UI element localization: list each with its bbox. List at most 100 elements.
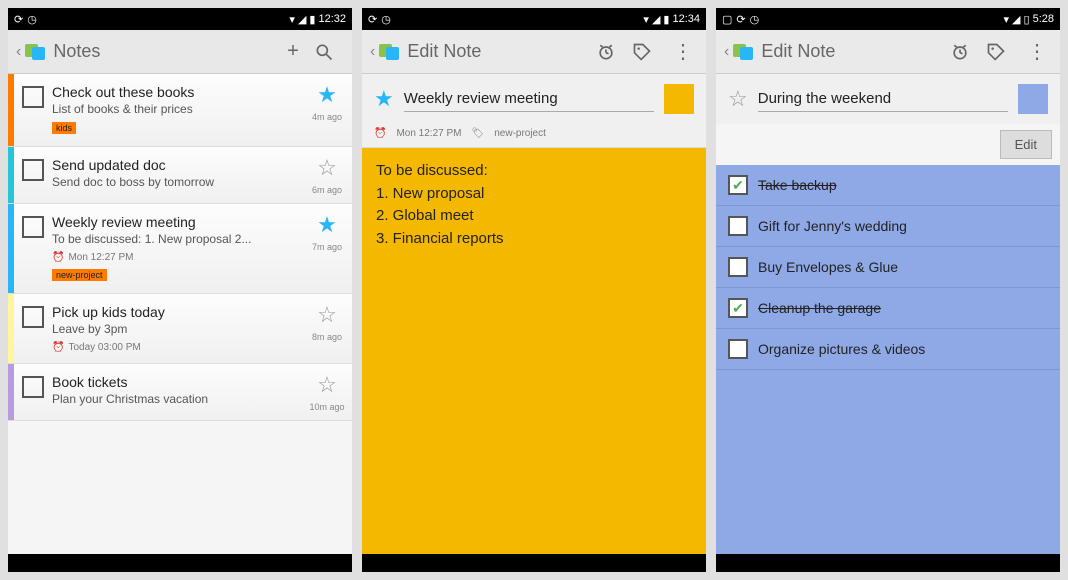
note-checkbox[interactable]	[22, 306, 44, 328]
star-toggle[interactable]: ★	[317, 212, 337, 238]
item-checkbox[interactable]: ✔	[728, 298, 748, 318]
back-icon[interactable]: ‹	[16, 43, 21, 61]
checklist-item[interactable]: Organize pictures & videos	[716, 329, 1060, 370]
note-subtitle: To be discussed: 1. New proposal 2...	[52, 232, 298, 246]
alarm-icon	[596, 42, 616, 62]
tag-icon	[986, 42, 1006, 62]
note-row[interactable]: Weekly review meeting To be discussed: 1…	[8, 204, 352, 294]
reminder-button[interactable]	[950, 42, 980, 62]
item-checkbox[interactable]	[728, 257, 748, 277]
note-meta: ⏰ Mon 12:27 PM 🏷 new-project	[362, 124, 706, 148]
note-subtitle: List of books & their prices	[52, 102, 298, 116]
color-swatch[interactable]	[1018, 84, 1048, 114]
app-bar: ‹ Edit Note ⋮	[716, 30, 1060, 74]
reminder-icon: ⏰	[374, 128, 386, 139]
note-row[interactable]: Book tickets Plan your Christmas vacatio…	[8, 364, 352, 421]
page-title: Edit Note	[407, 41, 481, 62]
note-title-input[interactable]: Weekly review meeting	[404, 86, 654, 112]
color-stripe	[8, 74, 14, 146]
phone-notes-list: ⟳ ◷ ▾ ◢ ▮ 12:32 ‹ Notes + Check out thes…	[8, 8, 352, 572]
signal-icon: ◢	[652, 13, 660, 26]
battery-icon: ▮	[309, 13, 315, 26]
color-stripe	[8, 147, 14, 203]
app-logo-icon	[379, 41, 401, 63]
color-stripe	[8, 204, 14, 293]
page-title: Notes	[53, 41, 100, 62]
item-label: Cleanup the garage	[758, 300, 881, 316]
note-title-input[interactable]: During the weekend	[758, 86, 1008, 112]
overflow-button[interactable]: ⋮	[668, 39, 698, 64]
battery-icon: ▮	[663, 13, 669, 26]
tag-button[interactable]	[632, 42, 662, 62]
color-swatch[interactable]	[664, 84, 694, 114]
back-icon[interactable]: ‹	[370, 43, 375, 61]
edit-header: ☆ During the weekend	[716, 74, 1060, 124]
note-title: Send updated doc	[52, 157, 298, 173]
tag-icon: 🏷	[472, 128, 485, 139]
star-toggle[interactable]: ★	[374, 86, 394, 112]
checklist-item[interactable]: Gift for Jenny's wedding	[716, 206, 1060, 247]
note-row[interactable]: Send updated doc Send doc to boss by tom…	[8, 147, 352, 204]
item-label: Organize pictures & videos	[758, 341, 925, 357]
notes-list: Check out these books List of books & th…	[8, 74, 352, 554]
note-checkbox[interactable]	[22, 86, 44, 108]
search-button[interactable]	[314, 42, 344, 62]
checklist-item[interactable]: ✔ Cleanup the garage	[716, 288, 1060, 329]
note-checkbox[interactable]	[22, 376, 44, 398]
wifi-icon: ▾	[643, 13, 649, 26]
star-toggle[interactable]: ☆	[317, 155, 337, 181]
note-age: 6m ago	[312, 185, 342, 195]
status-bar: ⟳ ◷ ▾ ◢ ▮ 12:34	[362, 8, 706, 30]
item-checkbox[interactable]	[728, 216, 748, 236]
edit-content: ★ Weekly review meeting ⏰ Mon 12:27 PM 🏷…	[362, 74, 706, 554]
status-bar: ▢ ⟳ ◷ ▾ ◢ ▯ 5:28	[716, 8, 1060, 30]
edit-button[interactable]: Edit	[1000, 130, 1052, 159]
signal-icon: ◢	[298, 13, 306, 26]
note-age: 7m ago	[312, 242, 342, 252]
note-title: Weekly review meeting	[52, 214, 298, 230]
status-time: 5:28	[1033, 13, 1054, 25]
clock-icon: ◷	[27, 13, 37, 26]
tag-icon	[632, 42, 652, 62]
overflow-button[interactable]: ⋮	[1022, 39, 1052, 64]
note-subtitle: Leave by 3pm	[52, 322, 298, 336]
clock-icon: ⏰	[52, 252, 64, 263]
note-age: 10m ago	[309, 402, 344, 412]
star-toggle[interactable]: ☆	[317, 302, 337, 328]
item-checkbox[interactable]	[728, 339, 748, 359]
note-age: 8m ago	[312, 332, 342, 342]
sync-icon: ⟳	[14, 13, 23, 26]
note-tag: kids	[52, 122, 76, 134]
item-label: Take backup	[758, 177, 837, 193]
clock-icon: ◷	[750, 13, 760, 26]
checklist-item[interactable]: Buy Envelopes & Glue	[716, 247, 1060, 288]
note-checkbox[interactable]	[22, 216, 44, 238]
app-bar: ‹ Edit Note ⋮	[362, 30, 706, 74]
note-title: Book tickets	[52, 374, 298, 390]
search-icon	[314, 42, 334, 62]
item-label: Gift for Jenny's wedding	[758, 218, 907, 234]
checklist-item[interactable]: ✔ Take backup	[716, 165, 1060, 206]
nav-bar	[362, 554, 706, 572]
note-row[interactable]: Check out these books List of books & th…	[8, 74, 352, 147]
signal-icon: ◢	[1012, 13, 1020, 26]
star-toggle[interactable]: ☆	[728, 86, 748, 112]
tag-button[interactable]	[986, 42, 1016, 62]
note-title: Pick up kids today	[52, 304, 298, 320]
item-label: Buy Envelopes & Glue	[758, 259, 898, 275]
note-checkbox[interactable]	[22, 159, 44, 181]
star-toggle[interactable]: ★	[317, 82, 337, 108]
app-logo-icon	[733, 41, 755, 63]
clock-icon: ⏰	[52, 342, 64, 353]
item-checkbox[interactable]: ✔	[728, 175, 748, 195]
star-toggle[interactable]: ☆	[317, 372, 337, 398]
back-icon[interactable]: ‹	[724, 43, 729, 61]
note-reminder: ⏰ Mon 12:27 PM	[52, 252, 298, 263]
reminder-button[interactable]	[596, 42, 626, 62]
tag-text: new-project	[494, 128, 546, 139]
note-reminder: ⏰ Today 03:00 PM	[52, 342, 298, 353]
note-row[interactable]: Pick up kids today Leave by 3pm ⏰ Today …	[8, 294, 352, 364]
note-body[interactable]: To be discussed:1. New proposal2. Global…	[362, 148, 706, 554]
add-note-button[interactable]: +	[278, 40, 308, 63]
checklist: ✔ Take backup Gift for Jenny's wedding B…	[716, 165, 1060, 554]
